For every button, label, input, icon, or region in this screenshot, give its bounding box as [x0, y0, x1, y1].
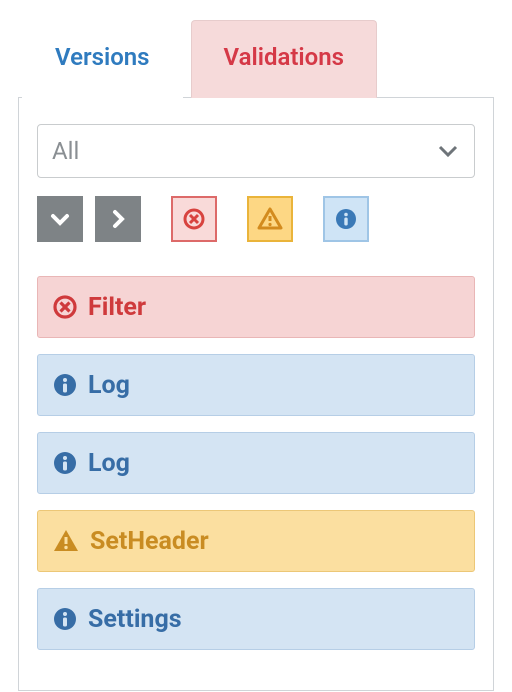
- validation-list: Filter Log Log: [37, 276, 475, 650]
- validation-item-label: SetHeader: [90, 527, 209, 556]
- tab-validations[interactable]: Validations: [191, 20, 377, 98]
- filter-error-button[interactable]: [171, 196, 217, 242]
- info-icon: [52, 606, 78, 632]
- expand-all-button[interactable]: [37, 196, 83, 242]
- validation-item-filter[interactable]: Filter: [37, 276, 475, 338]
- filter-info-button[interactable]: [323, 196, 369, 242]
- info-icon: [52, 450, 78, 476]
- error-icon: [52, 294, 78, 320]
- tab-versions[interactable]: Versions: [22, 20, 183, 98]
- error-icon: [182, 207, 206, 231]
- chevron-down-icon: [49, 208, 71, 230]
- warning-icon: [52, 527, 80, 555]
- validation-item-log[interactable]: Log: [37, 354, 475, 416]
- validations-panel: All: [18, 97, 494, 691]
- chevron-right-icon: [107, 208, 129, 230]
- collapse-all-button[interactable]: [95, 196, 141, 242]
- chevron-down-icon: [438, 144, 458, 158]
- filter-warning-button[interactable]: [247, 196, 293, 242]
- validation-item-label: Log: [88, 371, 130, 400]
- tab-label: Validations: [224, 43, 344, 71]
- warning-icon: [257, 206, 283, 232]
- tab-label: Versions: [55, 43, 150, 71]
- info-icon: [52, 372, 78, 398]
- tab-bar: Versions Validations: [0, 0, 512, 98]
- validation-item-label: Settings: [88, 605, 182, 634]
- validation-item-label: Filter: [88, 293, 146, 322]
- info-icon: [334, 207, 358, 231]
- filter-select[interactable]: All: [37, 124, 475, 178]
- validation-item-setheader[interactable]: SetHeader: [37, 510, 475, 572]
- validation-item-label: Log: [88, 449, 130, 478]
- toolbar: [37, 196, 475, 242]
- validation-item-log[interactable]: Log: [37, 432, 475, 494]
- validation-item-settings[interactable]: Settings: [37, 588, 475, 650]
- filter-selected-label: All: [52, 137, 79, 165]
